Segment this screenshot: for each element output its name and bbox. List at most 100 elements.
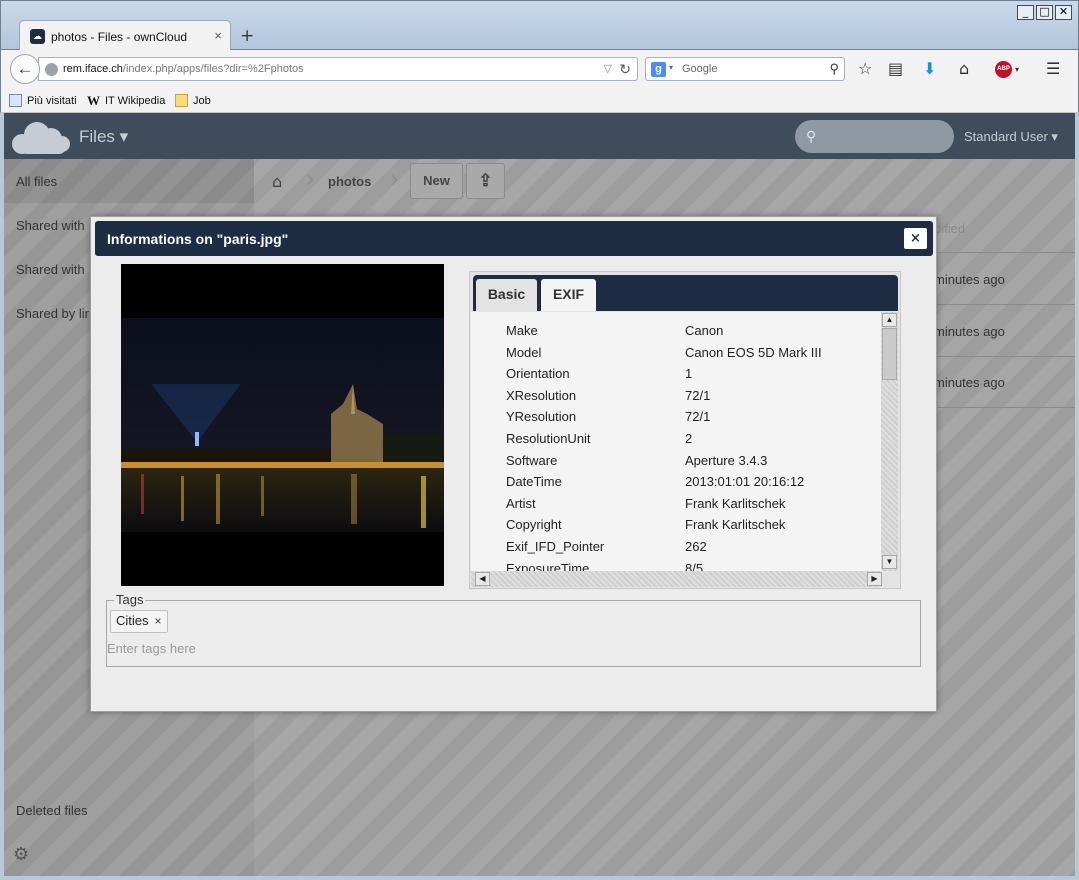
scroll-left-icon[interactable]: ◀ (475, 572, 490, 586)
exif-key: Exif_IFD_Pointer (506, 539, 605, 554)
folder-icon (175, 94, 188, 107)
exif-value: 262 (685, 539, 707, 554)
adblock-icon[interactable]: ABP (995, 61, 1012, 78)
bookmark-star-icon[interactable]: ☆ (858, 59, 872, 78)
sidebar-item-shared-with-you[interactable]: Shared with (16, 218, 85, 233)
exif-row: Artist Frank Karlitschek (506, 496, 876, 511)
exif-value: Aperture 3.4.3 (685, 452, 768, 468)
exif-key: ExposureTime (506, 560, 590, 571)
url-dropdown-icon[interactable]: ▽ (604, 62, 612, 75)
sidebar-item-shared-with-others[interactable]: Shared with (16, 262, 85, 277)
horizontal-scrollbar[interactable]: ◀ ▶ (471, 571, 882, 587)
maximize-button[interactable]: □ (1036, 5, 1053, 20)
new-button[interactable]: New (410, 163, 463, 199)
exif-value: Frank Karlitschek (685, 495, 786, 511)
search-bar[interactable]: g ▾ Google ⚲ (645, 57, 845, 81)
app-menu[interactable]: Files ▾ (79, 127, 128, 147)
exif-key: ResolutionUnit (506, 431, 591, 446)
url-bar[interactable]: rem.iface.ch/index.php/apps/files?dir=%2… (38, 57, 638, 81)
paris-night-photo (121, 318, 444, 532)
home-icon[interactable]: ⌂ (959, 59, 969, 78)
exif-row: YResolution 72/1 (506, 409, 876, 424)
exif-row: DateTime 2013:01:01 20:16:12 (506, 474, 876, 489)
remove-tag-icon[interactable]: × (155, 614, 162, 628)
owncloud-search-input[interactable]: ⚲ (795, 120, 954, 153)
exif-key: Copyright (506, 517, 562, 533)
globe-icon (45, 63, 58, 76)
row-modified-time: minutes ago (934, 272, 1005, 287)
tags-fieldset: Tags Cities × Enter tags here (106, 592, 921, 667)
bookmarks-bar: Più visitati W IT Wikipedia Job (0, 88, 1079, 113)
breadcrumb-photos[interactable]: photos (328, 174, 371, 189)
dialog-close-button[interactable]: × (904, 228, 927, 249)
upload-icon[interactable]: ⇪ (466, 163, 505, 199)
google-engine-icon[interactable]: g (651, 62, 666, 77)
tab-basic[interactable]: Basic (476, 279, 537, 311)
exif-value: 72/1 (685, 387, 711, 403)
exif-value: 1 (685, 366, 693, 382)
exif-row: Exif_IFD_Pointer 262 (506, 539, 876, 554)
scrollbar-thumb[interactable] (882, 328, 897, 380)
adblock-dropdown-icon[interactable]: ▾ (1015, 65, 1019, 74)
vertical-scrollbar[interactable]: ▲ ▼ (881, 312, 898, 571)
sidebar-item-deleted-files[interactable]: Deleted files (16, 803, 88, 818)
owncloud-logo-icon[interactable] (10, 118, 72, 154)
exif-row: ExposureTime 8/5 (506, 561, 876, 571)
search-icon: ⚲ (806, 128, 817, 144)
exif-row: XResolution 72/1 (506, 388, 876, 403)
row-divider (934, 304, 1075, 305)
bookmark-job[interactable]: Job (175, 94, 211, 107)
download-icon[interactable]: ⬇ (923, 59, 936, 78)
tab-title: photos - Files - ownCloud (51, 30, 188, 44)
tags-input[interactable]: Enter tags here (107, 641, 196, 656)
minimize-button[interactable]: _ (1017, 5, 1034, 20)
reload-icon[interactable]: ↻ (619, 61, 631, 78)
exif-key: YResolution (506, 409, 577, 425)
scroll-down-icon[interactable]: ▼ (882, 555, 897, 569)
new-tab-button[interactable]: + (240, 26, 254, 46)
url-text[interactable]: rem.iface.ch/index.php/apps/files?dir=%2… (63, 63, 304, 75)
breadcrumb-separator-icon: › (390, 165, 398, 192)
bookmark-label: Job (193, 94, 211, 107)
back-button[interactable]: ← (10, 54, 40, 84)
dialog-titlebar: Informations on "paris.jpg" × (95, 221, 933, 256)
bookmark-most-visited[interactable]: Più visitati (9, 94, 77, 107)
row-modified-time: minutes ago (934, 375, 1005, 390)
scroll-up-icon[interactable]: ▲ (882, 313, 897, 327)
dialog-title: Informations on "paris.jpg" (107, 231, 289, 247)
owncloud-header: Files ▾ ⚲ Standard User ▾ (4, 113, 1075, 159)
bookmark-wikipedia[interactable]: W IT Wikipedia (87, 94, 165, 107)
wikipedia-icon: W (87, 93, 100, 108)
settings-gear-icon[interactable]: ⚙ (13, 844, 29, 865)
menu-icon[interactable]: ☰ (1046, 59, 1060, 78)
engine-dropdown-icon[interactable]: ▾ (669, 63, 673, 72)
file-info-dialog: Informations on "paris.jpg" × Basic EXIF… (90, 216, 937, 712)
scroll-right-icon[interactable]: ▶ (867, 572, 882, 586)
breadcrumb-home-icon[interactable]: ⌂ (272, 172, 282, 191)
exif-key: Software (506, 452, 558, 468)
browser-navbar: rem.iface.ch/index.php/apps/files?dir=%2… (0, 50, 1079, 88)
reading-list-icon[interactable]: ▤ (888, 59, 903, 78)
sidebar-item-shared-by-link[interactable]: Shared by lir (16, 306, 89, 321)
exif-panel: Basic EXIF Make Canon Model Canon EOS 5D Ma… (469, 271, 901, 589)
close-window-button[interactable]: ✕ (1055, 5, 1072, 20)
tags-legend: Tags (114, 592, 146, 607)
modified-column-header[interactable]: dified (934, 221, 965, 236)
search-icon[interactable]: ⚲ (829, 61, 839, 77)
browser-titlebar: _ □ ✕ ☁ photos - Files - ownCloud × + (0, 0, 1079, 51)
exif-row: Model Canon EOS 5D Mark III (506, 345, 876, 360)
exif-key: Make (506, 323, 538, 338)
bookmark-label: Più visitati (27, 94, 77, 107)
tab-close-icon[interactable]: × (214, 28, 222, 43)
exif-key: Orientation (506, 366, 570, 382)
sidebar-item-all-files[interactable]: All files (16, 174, 57, 189)
exif-value: Frank Karlitschek (685, 517, 786, 533)
exif-value: 8/5 (685, 560, 704, 571)
browser-tab[interactable]: ☁ photos - Files - ownCloud × (19, 20, 231, 51)
exif-key: DateTime (506, 474, 562, 490)
exif-value: Canon EOS 5D Mark III (685, 344, 822, 360)
user-menu[interactable]: Standard User ▾ (964, 129, 1058, 145)
tab-exif[interactable]: EXIF (541, 279, 596, 311)
row-divider (934, 356, 1075, 357)
exif-value: 2013:01:01 20:16:12 (685, 474, 805, 490)
